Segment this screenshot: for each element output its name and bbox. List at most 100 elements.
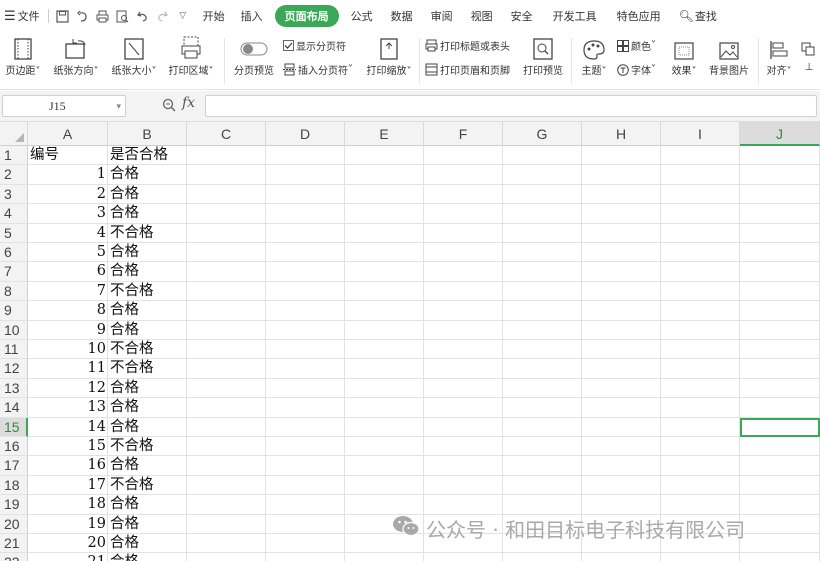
table-cell[interactable]: [187, 301, 266, 321]
table-cell[interactable]: [187, 243, 266, 263]
table-cell[interactable]: [503, 495, 582, 515]
table-cell[interactable]: [266, 437, 345, 457]
table-cell[interactable]: [582, 378, 661, 399]
print-icon[interactable]: [93, 6, 113, 26]
name-box[interactable]: J15 ▾: [2, 95, 126, 117]
table-cell[interactable]: 合格: [108, 243, 187, 263]
show-page-breaks-checkbox[interactable]: 显示分页符: [283, 38, 346, 53]
table-cell[interactable]: [187, 223, 266, 243]
tab-special[interactable]: 特色应用: [613, 5, 665, 27]
table-cell[interactable]: [740, 437, 820, 457]
table-cell[interactable]: [266, 495, 345, 515]
tab-developer[interactable]: 开发工具: [549, 5, 601, 27]
table-cell[interactable]: [345, 495, 424, 515]
table-cell[interactable]: [661, 378, 740, 399]
table-cell[interactable]: [424, 417, 503, 437]
table-cell[interactable]: 不合格: [108, 223, 187, 243]
chevron-down-icon[interactable]: ▽: [173, 6, 193, 26]
table-cell[interactable]: 12: [28, 378, 108, 399]
table-cell[interactable]: 不合格: [108, 475, 187, 496]
table-cell[interactable]: [661, 146, 740, 166]
table-cell[interactable]: 合格: [108, 262, 187, 282]
table-cell[interactable]: [503, 456, 582, 476]
table-cell[interactable]: [740, 204, 820, 224]
table-cell[interactable]: 11: [28, 359, 108, 379]
print-preview-icon[interactable]: [113, 6, 133, 26]
table-cell[interactable]: [424, 495, 503, 515]
table-cell[interactable]: [582, 340, 661, 360]
table-cell[interactable]: [266, 417, 345, 437]
table-cell[interactable]: [582, 262, 661, 282]
insert-page-break-button[interactable]: 插入分页符 ˅: [283, 62, 353, 77]
table-cell[interactable]: [266, 475, 345, 496]
table-cell[interactable]: [424, 475, 503, 496]
table-cell[interactable]: [424, 223, 503, 243]
table-cell[interactable]: [266, 359, 345, 379]
table-cell[interactable]: 合格: [108, 165, 187, 185]
table-cell[interactable]: 编号: [28, 146, 108, 166]
save-icon[interactable]: [53, 6, 73, 26]
table-cell[interactable]: [345, 475, 424, 496]
table-cell[interactable]: [582, 165, 661, 185]
table-cell[interactable]: [266, 204, 345, 224]
table-cell[interactable]: [424, 340, 503, 360]
margins-button[interactable]: 页边距˅: [0, 32, 46, 77]
table-cell[interactable]: [345, 204, 424, 224]
table-cell[interactable]: [424, 378, 503, 399]
table-cell[interactable]: [187, 378, 266, 399]
table-cell[interactable]: 18: [28, 495, 108, 515]
tab-data[interactable]: 数据: [387, 5, 417, 27]
table-cell[interactable]: [345, 301, 424, 321]
table-cell[interactable]: [740, 262, 820, 282]
row-header[interactable]: 18: [0, 475, 28, 496]
table-cell[interactable]: [266, 534, 345, 554]
table-cell[interactable]: [503, 553, 582, 561]
table-cell[interactable]: [187, 514, 266, 534]
table-cell[interactable]: [503, 223, 582, 243]
table-cell[interactable]: 不合格: [108, 340, 187, 360]
table-cell[interactable]: [424, 437, 503, 457]
file-menu[interactable]: ☰ 文件: [0, 5, 44, 27]
table-cell[interactable]: [345, 320, 424, 340]
table-cell[interactable]: [740, 243, 820, 263]
table-cell[interactable]: [582, 146, 661, 166]
table-cell[interactable]: [503, 262, 582, 282]
colors-button[interactable]: 颜色 ˅: [617, 38, 656, 53]
table-cell[interactable]: [503, 475, 582, 496]
orientation-button[interactable]: 纸张方向˅: [48, 32, 104, 77]
column-header-d[interactable]: D: [266, 122, 345, 146]
table-cell[interactable]: [345, 417, 424, 437]
table-cell[interactable]: [266, 165, 345, 185]
table-cell[interactable]: 合格: [108, 204, 187, 224]
table-cell[interactable]: [740, 378, 820, 399]
table-cell[interactable]: [424, 184, 503, 205]
tab-page-layout[interactable]: 页面布局: [274, 5, 339, 27]
table-cell[interactable]: [187, 165, 266, 185]
table-cell[interactable]: [187, 281, 266, 302]
table-cell[interactable]: [582, 417, 661, 437]
row-header[interactable]: 8: [0, 281, 28, 302]
table-cell[interactable]: [266, 398, 345, 418]
row-header[interactable]: 3: [0, 184, 28, 205]
table-cell[interactable]: [424, 204, 503, 224]
table-cell[interactable]: [661, 184, 740, 205]
table-cell[interactable]: [424, 301, 503, 321]
table-cell[interactable]: 合格: [108, 184, 187, 205]
table-cell[interactable]: [187, 146, 266, 166]
table-cell[interactable]: [187, 204, 266, 224]
row-header[interactable]: 9: [0, 301, 28, 321]
table-cell[interactable]: [345, 146, 424, 166]
row-header[interactable]: 12: [0, 359, 28, 379]
table-cell[interactable]: [266, 184, 345, 205]
column-header-a[interactable]: A: [28, 122, 108, 146]
table-cell[interactable]: [345, 223, 424, 243]
page-break-preview-button[interactable]: 分页预览: [230, 32, 278, 77]
table-cell[interactable]: 合格: [108, 553, 187, 561]
table-cell[interactable]: 不合格: [108, 359, 187, 379]
row-header[interactable]: 20: [0, 514, 28, 534]
print-scale-button[interactable]: 打印缩放˅: [364, 32, 414, 77]
undo-history-icon[interactable]: [73, 6, 93, 26]
table-cell[interactable]: 19: [28, 514, 108, 534]
table-cell[interactable]: 16: [28, 456, 108, 476]
row-header[interactable]: 7: [0, 262, 28, 282]
